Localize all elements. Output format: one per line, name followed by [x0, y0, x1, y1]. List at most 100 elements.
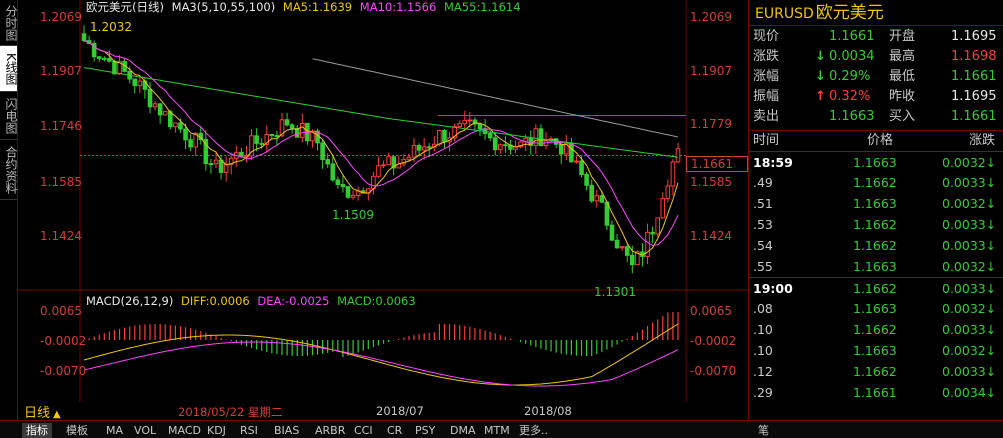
- candle-body: [477, 123, 483, 130]
- quote-row: 卖出 1.1663 买入 1.1661: [749, 107, 1003, 127]
- candle-body: [411, 145, 417, 158]
- candle-body: [376, 165, 381, 177]
- candle-body: [442, 130, 447, 143]
- header-time: 时间: [753, 133, 780, 148]
- tab-dma[interactable]: DMA: [446, 423, 480, 438]
- quote-label: 买入: [889, 109, 916, 124]
- kline-chart[interactable]: [18, 0, 748, 402]
- tab-arbr[interactable]: ARBR: [311, 423, 349, 438]
- tick-price: 1.1662: [853, 281, 897, 296]
- tab-rsi[interactable]: RSI: [236, 423, 262, 438]
- macd-legend: MACD(26,12,9) DIFF:0.0006 DEA:-0.0025 MA…: [86, 294, 420, 309]
- symbol-name: 欧元美元: [815, 3, 884, 23]
- tab-cr[interactable]: CR: [383, 423, 406, 438]
- tick-time: .51: [753, 196, 773, 211]
- candle-body: [289, 124, 295, 129]
- macd-dea: DEA:-0.0025: [257, 294, 330, 308]
- tick-price: 1.1663: [853, 343, 897, 358]
- candle-body: [655, 217, 660, 235]
- candle-body: [498, 144, 503, 151]
- tab-psy[interactable]: PSY: [411, 423, 439, 438]
- tick-price: 1.1663: [853, 155, 897, 170]
- tick-row: .10 1.1662 0.0033↓: [749, 319, 1003, 340]
- tick-time: .08: [753, 301, 773, 316]
- tick-row: 18:59 1.1663 0.0032↓: [749, 151, 1003, 172]
- price-axis-right-3: 1.1585: [690, 175, 732, 189]
- tab-pen[interactable]: 笔: [754, 423, 773, 438]
- candle-body: [558, 143, 564, 155]
- candle-body: [619, 246, 625, 249]
- quote-value: 1.1661: [951, 69, 997, 84]
- candle-body: [670, 161, 676, 187]
- ma10-line: [83, 40, 679, 247]
- tab-bias[interactable]: BIAS: [270, 423, 303, 438]
- quote-value: 0.29%: [829, 69, 871, 84]
- tick-row: .54 1.1662 0.0033↓: [749, 235, 1003, 256]
- tick-change: 0.0033↓: [942, 322, 997, 337]
- indicator-tab-bar: 指标 模板 MA VOL MACD KDJ RSI BIAS ARBR CCI …: [0, 420, 1003, 438]
- tab-lightning-chart[interactable]: 闪电图: [0, 92, 18, 140]
- tick-time: .10: [753, 322, 773, 337]
- period-label: 日线: [24, 406, 51, 421]
- tab-more[interactable]: 更多..: [515, 423, 552, 438]
- tick-price: 1.1662: [853, 175, 897, 190]
- ma-params: MA3(5,10,55,100): [171, 0, 276, 14]
- tab-vol[interactable]: VOL: [130, 423, 160, 438]
- tick-price: 1.1662: [853, 322, 897, 337]
- period-selector[interactable]: 日线 ▲: [24, 402, 61, 421]
- quote-label: 昨收: [889, 89, 916, 104]
- quote-value: 1.1661: [951, 109, 997, 124]
- tick-row: .10 1.1663 0.0032↓: [749, 340, 1003, 361]
- tab-ma[interactable]: MA: [102, 423, 127, 438]
- tab-kdj[interactable]: KDJ: [203, 423, 230, 438]
- tab-cci[interactable]: CCI: [350, 423, 377, 438]
- ma5-line: [83, 40, 679, 256]
- tick-time: .54: [753, 238, 773, 253]
- tab-macd[interactable]: MACD: [164, 423, 205, 438]
- header-price: 价格: [867, 133, 894, 148]
- tab-mtm[interactable]: MTM: [480, 423, 514, 438]
- header-change: 涨跌: [969, 133, 996, 148]
- tab-kline-chart[interactable]: K线图: [0, 46, 18, 92]
- quote-value: 0.32%: [829, 89, 871, 104]
- resistance-label: 1.1779: [690, 117, 732, 131]
- candle-body: [96, 56, 102, 59]
- candle-body: [650, 231, 655, 235]
- quote-row: 振幅 ↑ 0.32% 昨收 1.1695: [749, 87, 1003, 107]
- tick-row: 19:00 1.1662 0.0033↓: [749, 277, 1003, 298]
- side-tab-bar: 分时图 K线图 闪电图 合约资料: [0, 0, 18, 420]
- candle-body: [406, 156, 412, 160]
- tick-price: 1.1662: [853, 217, 897, 232]
- candle-body: [300, 122, 305, 138]
- tab-indicator[interactable]: 指标: [22, 423, 52, 438]
- period-dropdown-icon[interactable]: ▲: [53, 409, 61, 420]
- candle-body: [325, 159, 330, 165]
- tick-price: 1.1662: [853, 238, 897, 253]
- quote-row: 涨跌 ↓ 0.0034 最高 1.1698: [749, 47, 1003, 67]
- quote-label: 涨跌: [753, 49, 780, 64]
- trading-window: 分时图 K线图 闪电图 合约资料 欧元美元(日线) MA3(5,10,55,10…: [0, 0, 1003, 438]
- tick-change: 0.0032↓: [942, 259, 997, 274]
- candle-body: [462, 119, 468, 125]
- candle-body: [188, 139, 193, 148]
- quote-title: EURUSD 欧元美元: [749, 0, 1003, 26]
- tick-change: 0.0032↓: [942, 343, 997, 358]
- chart-legend: 欧元美元(日线) MA3(5,10,55,100) MA5:1.1639 MA1…: [86, 0, 525, 15]
- macd-axis-right-2: -0.0070: [690, 364, 737, 378]
- tick-row: .12 1.1662 0.0033↓: [749, 361, 1003, 382]
- price-axis-right-0: 1.2069: [690, 10, 732, 24]
- low-annotation-2: 1.1301: [594, 285, 636, 299]
- candle-body: [162, 111, 168, 116]
- tab-template[interactable]: 模板: [62, 423, 92, 438]
- macd-axis-left-0: 0.0065: [40, 304, 82, 318]
- candle-body: [340, 184, 346, 188]
- candle-body: [345, 186, 351, 198]
- candle-body: [102, 57, 107, 60]
- tab-contract-info[interactable]: 合约资料: [0, 140, 18, 200]
- tick-table-header: 时间 价格 涨跌: [749, 130, 1003, 150]
- candle-body: [259, 142, 264, 145]
- tick-time: 18:59: [753, 155, 793, 170]
- tab-intraday-chart[interactable]: 分时图: [0, 0, 18, 46]
- price-axis-left-4: 1.1424: [40, 229, 82, 243]
- tick-row: .08 1.1663 0.0032↓: [749, 298, 1003, 319]
